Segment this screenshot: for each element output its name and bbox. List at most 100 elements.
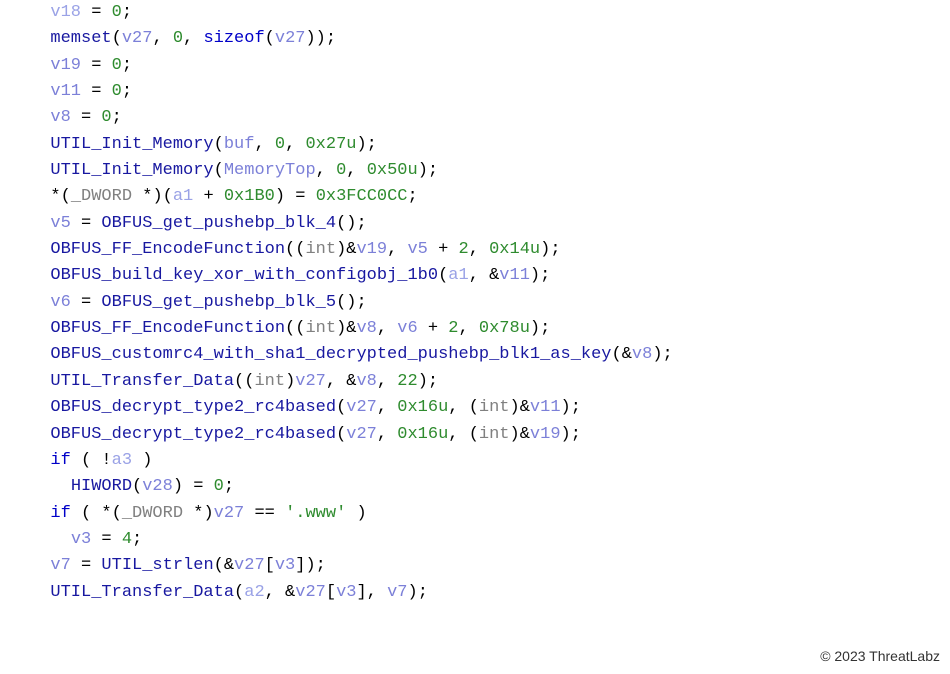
code-token: ; bbox=[122, 56, 132, 75]
code-token: ; bbox=[408, 187, 418, 206]
code-token: int bbox=[305, 319, 336, 338]
code-token: ( bbox=[132, 477, 142, 496]
code-token: v8 bbox=[356, 319, 376, 338]
code-token bbox=[30, 108, 50, 127]
code-token: ( bbox=[214, 135, 224, 154]
code-token: ; bbox=[122, 3, 132, 22]
code-line: OBFUS_decrypt_type2_rc4based(v27, 0x16u,… bbox=[30, 422, 950, 448]
code-token: v8 bbox=[632, 345, 652, 364]
code-token: = bbox=[91, 530, 122, 549]
code-token: = bbox=[71, 214, 102, 233]
code-token: memset bbox=[50, 29, 111, 48]
code-token: v3 bbox=[336, 583, 356, 602]
code-token: HIWORD bbox=[71, 477, 132, 496]
code-token: UTIL_Transfer_Data bbox=[50, 372, 234, 391]
code-token: UTIL_Init_Memory bbox=[50, 161, 213, 180]
code-token bbox=[30, 477, 71, 496]
code-token: )& bbox=[510, 425, 530, 444]
code-token: ); bbox=[561, 398, 581, 417]
code-token: ); bbox=[408, 583, 428, 602]
code-token: v8 bbox=[356, 372, 376, 391]
code-line: HIWORD(v28) = 0; bbox=[30, 474, 950, 500]
code-token: v19 bbox=[50, 56, 81, 75]
code-token: , bbox=[346, 161, 366, 180]
code-line: v11 = 0; bbox=[30, 79, 950, 105]
code-token: ); bbox=[418, 372, 438, 391]
code-token: ); bbox=[530, 319, 550, 338]
code-token: + bbox=[418, 319, 449, 338]
code-token: v27 bbox=[295, 372, 326, 391]
code-token: 0 bbox=[112, 82, 122, 101]
code-token: + bbox=[428, 240, 459, 259]
code-token: int bbox=[254, 372, 285, 391]
code-token: ); bbox=[652, 345, 672, 364]
code-token: 0 bbox=[336, 161, 346, 180]
code-token: ], bbox=[356, 583, 387, 602]
code-token: , bbox=[152, 29, 172, 48]
code-token: int bbox=[305, 240, 336, 259]
code-token: ); bbox=[540, 240, 560, 259]
code-token: (& bbox=[612, 345, 632, 364]
code-token: a1 bbox=[173, 187, 193, 206]
watermark-label: © 2023 ThreatLabz bbox=[820, 646, 940, 668]
code-token: , bbox=[459, 319, 479, 338]
code-token: (( bbox=[234, 372, 254, 391]
code-token bbox=[30, 556, 50, 575]
code-token: 0 bbox=[275, 135, 285, 154]
code-token bbox=[30, 319, 50, 338]
code-token: OBFUS_get_pushebp_blk_5 bbox=[101, 293, 336, 312]
code-token: 4 bbox=[122, 530, 132, 549]
code-token: a2 bbox=[244, 583, 264, 602]
code-token bbox=[30, 240, 50, 259]
code-token: , bbox=[377, 425, 397, 444]
code-token: v3 bbox=[71, 530, 91, 549]
code-token: v5 bbox=[407, 240, 427, 259]
code-line: if ( *(_DWORD *)v27 == '.www' ) bbox=[30, 501, 950, 527]
code-token bbox=[30, 266, 50, 285]
code-token: v19 bbox=[356, 240, 387, 259]
code-token: ); bbox=[418, 161, 438, 180]
code-token: 0x78u bbox=[479, 319, 530, 338]
code-token: = bbox=[81, 3, 112, 22]
code-token bbox=[30, 214, 50, 233]
code-token: 22 bbox=[397, 372, 417, 391]
code-token: 0 bbox=[112, 56, 122, 75]
code-token: ( bbox=[214, 161, 224, 180]
code-token: v7 bbox=[50, 556, 70, 575]
code-token: [ bbox=[326, 583, 336, 602]
code-token: 0x16u bbox=[397, 425, 448, 444]
code-token: 0 bbox=[214, 477, 224, 496]
code-token: '.www' bbox=[285, 504, 346, 523]
code-token bbox=[30, 161, 50, 180]
code-line: UTIL_Init_Memory(buf, 0, 0x27u); bbox=[30, 132, 950, 158]
code-token bbox=[30, 293, 50, 312]
code-line: OBFUS_FF_EncodeFunction((int)&v8, v6 + 2… bbox=[30, 316, 950, 342]
code-line: v19 = 0; bbox=[30, 53, 950, 79]
code-token: ) = bbox=[275, 187, 316, 206]
code-token: sizeof bbox=[203, 29, 264, 48]
code-token: if bbox=[50, 451, 70, 470]
code-token: , bbox=[387, 240, 407, 259]
code-token: MemoryTop bbox=[224, 161, 316, 180]
code-token: 0 bbox=[101, 108, 111, 127]
code-token: v11 bbox=[50, 82, 81, 101]
code-token: , bbox=[285, 135, 305, 154]
code-token: ; bbox=[132, 530, 142, 549]
code-token: )& bbox=[510, 398, 530, 417]
code-token: int bbox=[479, 425, 510, 444]
code-token: ]); bbox=[295, 556, 326, 575]
code-token: ); bbox=[530, 266, 550, 285]
code-token: , ( bbox=[448, 398, 479, 417]
code-token: v11 bbox=[499, 266, 530, 285]
code-token: OBFUS_customrc4_with_sha1_decrypted_push… bbox=[50, 345, 611, 364]
code-token: v27 bbox=[214, 504, 245, 523]
code-token: , bbox=[316, 161, 336, 180]
code-token: 0x1B0 bbox=[224, 187, 275, 206]
code-token: )& bbox=[336, 319, 356, 338]
code-line: v7 = UTIL_strlen(&v27[v3]); bbox=[30, 553, 950, 579]
code-token: ( bbox=[438, 266, 448, 285]
code-token: OBFUS_get_pushebp_blk_4 bbox=[101, 214, 336, 233]
code-token: v18 bbox=[50, 3, 81, 22]
code-token: (); bbox=[336, 293, 367, 312]
code-token: v27 bbox=[275, 29, 306, 48]
